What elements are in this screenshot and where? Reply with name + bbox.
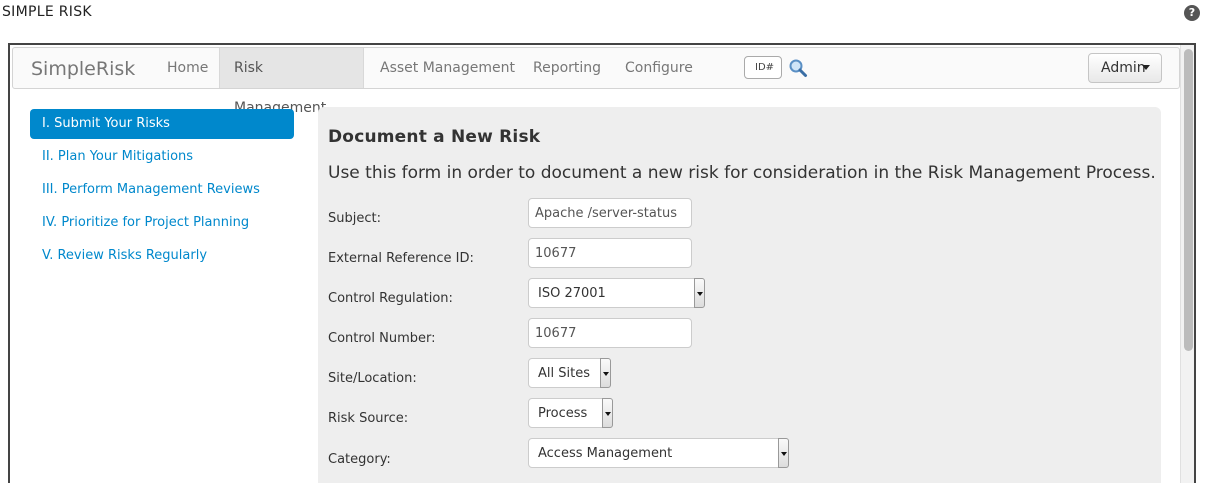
dropdown-arrow-icon	[694, 278, 705, 308]
site-location-value: All Sites	[538, 366, 590, 381]
control-number-field[interactable]	[528, 318, 692, 348]
search-icon[interactable]	[788, 58, 808, 78]
control-number-label: Control Number:	[328, 331, 436, 346]
admin-menu-label: Admin	[1101, 60, 1146, 76]
nav-home[interactable]: Home	[152, 48, 223, 88]
category-value: Access Management	[538, 446, 673, 461]
control-regulation-label: Control Regulation:	[328, 291, 453, 306]
site-location-label: Site/Location:	[328, 371, 417, 386]
page-header: SIMPLE RISK ?	[0, 0, 1210, 28]
subject-label: Subject:	[328, 211, 381, 226]
subject-field[interactable]	[528, 198, 692, 228]
sidebar-item-management-reviews[interactable]: III. Perform Management Reviews	[30, 175, 294, 205]
control-regulation-value: ISO 27001	[538, 286, 606, 301]
external-reference-id-field[interactable]	[528, 238, 692, 268]
nav-asset-management[interactable]: Asset Management	[365, 48, 530, 88]
sidebar-item-prioritize-planning[interactable]: IV. Prioritize for Project Planning	[30, 208, 294, 238]
question-circle-icon[interactable]: ?	[1184, 5, 1200, 21]
external-reference-id-label: External Reference ID:	[328, 251, 474, 266]
brand-logo[interactable]: SimpleRisk	[31, 58, 135, 80]
risk-id-search-input[interactable]	[744, 56, 782, 79]
control-regulation-select[interactable]: ISO 27001	[528, 278, 705, 308]
category-label: Category:	[328, 452, 391, 467]
vertical-scrollbar[interactable]	[1180, 45, 1194, 483]
dropdown-arrow-icon	[602, 398, 613, 428]
category-select[interactable]: Access Management	[528, 438, 789, 468]
new-risk-form-panel: Document a New Risk Use this form in ord…	[318, 107, 1161, 483]
nav-configure[interactable]: Configure	[610, 48, 708, 88]
dropdown-arrow-icon	[600, 358, 611, 388]
form-title: Document a New Risk	[328, 127, 541, 147]
top-navbar: SimpleRisk Home Risk Management Asset Ma…	[12, 47, 1180, 116]
form-description: Use this form in order to document a new…	[328, 163, 1156, 183]
page-title: SIMPLE RISK	[2, 4, 92, 20]
nav-reporting[interactable]: Reporting	[518, 48, 616, 88]
sidebar-item-submit-risks[interactable]: I. Submit Your Risks	[30, 109, 294, 139]
app-frame: SimpleRisk Home Risk Management Asset Ma…	[8, 43, 1196, 483]
nav-risk-management[interactable]: Risk Management	[219, 48, 364, 116]
sidebar-item-review-risks[interactable]: V. Review Risks Regularly	[30, 241, 294, 271]
scrollbar-thumb[interactable]	[1184, 49, 1193, 351]
admin-menu-button[interactable]: Admin	[1088, 53, 1162, 83]
caret-down-icon	[1142, 65, 1150, 70]
risk-source-select[interactable]: Process	[528, 398, 613, 428]
risk-source-label: Risk Source:	[328, 411, 409, 426]
risk-source-value: Process	[538, 406, 588, 421]
sidebar-item-plan-mitigations[interactable]: II. Plan Your Mitigations	[30, 142, 294, 172]
dropdown-arrow-icon	[778, 438, 789, 468]
site-location-select[interactable]: All Sites	[528, 358, 611, 388]
